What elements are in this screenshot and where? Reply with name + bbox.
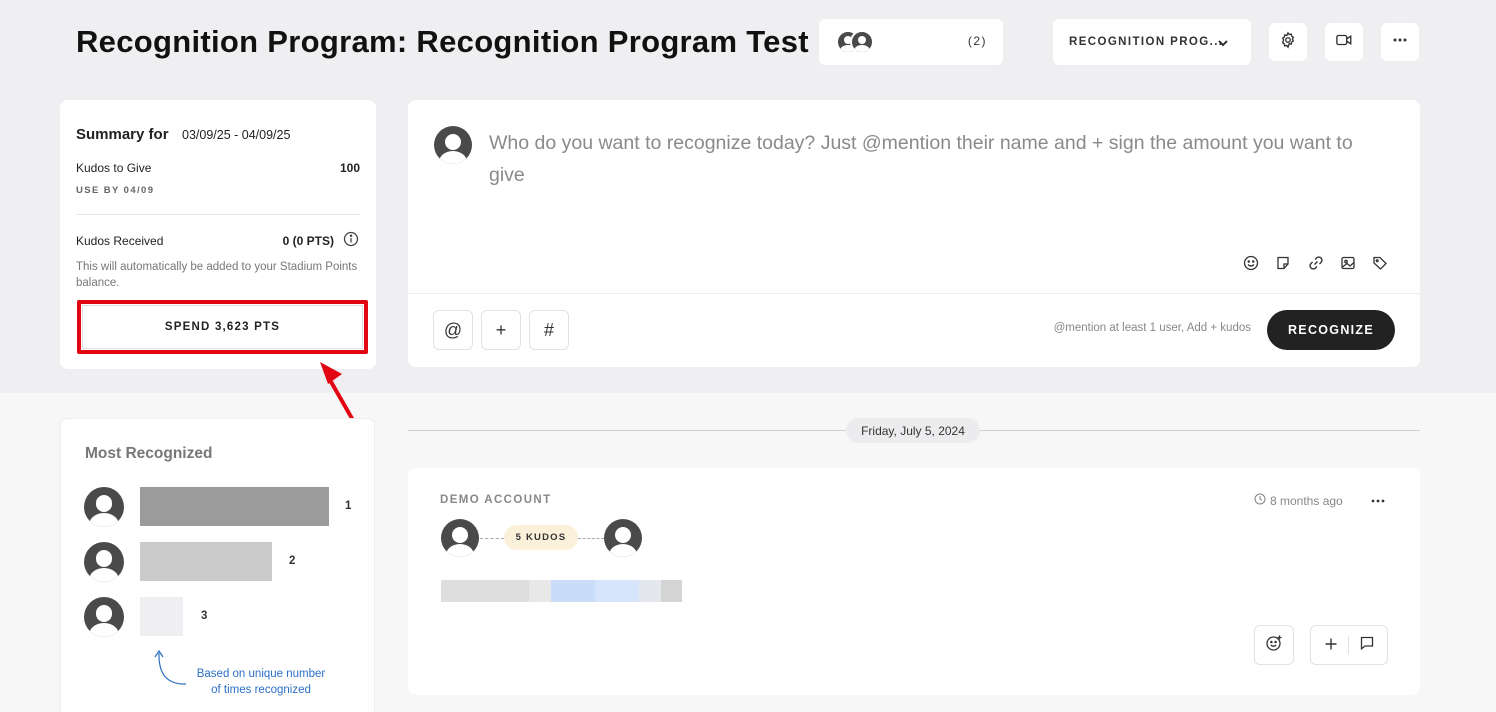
recognition-post: DEMO ACCOUNT 8 months ago 5 KUDOS (408, 468, 1420, 695)
leader-bar (140, 542, 272, 581)
link-icon[interactable] (1306, 253, 1326, 273)
video-icon (1335, 31, 1353, 54)
post-timestamp: 8 months ago (1254, 493, 1343, 508)
more-icon (1392, 32, 1408, 53)
leader-rank: 2 (289, 555, 296, 567)
add-kudos-icon[interactable] (1324, 635, 1338, 656)
clock-icon (1254, 493, 1266, 508)
curved-arrow-icon (154, 649, 187, 685)
comment-icon[interactable] (1359, 635, 1375, 656)
recognition-composer: Who do you want to recognize today? Just… (408, 100, 1420, 367)
kudos-to-give-value: 100 (339, 161, 360, 175)
redacted-message (639, 580, 661, 602)
chevron-down-icon (1216, 36, 1230, 55)
redacted-message (595, 580, 639, 602)
most-recognized-card: Most Recognized 1 2 3 Based on unique nu… (60, 418, 375, 712)
kudos-received-label: Kudos Received (76, 234, 164, 248)
tag-icon[interactable] (1370, 253, 1390, 273)
connector-line (480, 538, 504, 539)
summary-divider (76, 214, 360, 215)
summary-title: Summary for (76, 126, 169, 143)
redacted-message (441, 580, 529, 602)
hashtag-button[interactable]: # (529, 310, 569, 350)
add-reaction-button[interactable] (1254, 625, 1294, 665)
recipient-avatar (604, 519, 642, 557)
most-recognized-title: Most Recognized (85, 445, 213, 462)
leader-bar (140, 487, 329, 526)
redacted-message (551, 580, 595, 602)
most-recognized-footnote: Based on unique number of times recogniz… (196, 668, 326, 696)
image-icon[interactable] (1338, 253, 1358, 273)
post-author: DEMO ACCOUNT (440, 494, 552, 506)
members-button[interactable]: (2) (819, 19, 1003, 65)
leader-avatar (84, 542, 124, 582)
recognize-button[interactable]: RECOGNIZE (1267, 310, 1395, 350)
use-by-date: USE BY 04/09 (76, 185, 155, 196)
post-more-icon[interactable] (1370, 494, 1386, 512)
members-count: (2) (967, 34, 987, 48)
member-avatar (850, 30, 874, 54)
kudos-comment-group (1310, 625, 1388, 665)
program-select-label: RECOGNITION PROG... (1069, 36, 1224, 48)
post-time-text: 8 months ago (1270, 493, 1343, 508)
redacted-message (529, 580, 551, 602)
composer-input[interactable]: Who do you want to recognize today? Just… (489, 127, 1389, 191)
composer-hint: @mention at least 1 user, Add + kudos (1053, 322, 1251, 334)
program-select[interactable]: RECOGNITION PROG... (1053, 19, 1251, 65)
page-title: Recognition Program: Recognition Program… (76, 24, 809, 59)
leader-rank: 3 (201, 610, 208, 622)
settings-button[interactable] (1269, 23, 1307, 61)
summary-date-range: 03/09/25 - 04/09/25 (182, 128, 291, 142)
sender-avatar (441, 519, 479, 557)
info-icon[interactable] (343, 231, 359, 252)
button-divider (1347, 636, 1349, 654)
connector-line (578, 538, 604, 539)
leader-avatar (84, 597, 124, 637)
more-options-button[interactable] (1381, 23, 1419, 61)
user-avatar (434, 126, 472, 164)
gear-icon (1279, 31, 1297, 54)
kudos-to-give-label: Kudos to Give (76, 161, 152, 175)
mention-button[interactable]: @ (433, 310, 473, 350)
add-emoji-icon (1265, 634, 1283, 657)
kudos-received-value: 0 (0 PTS) (282, 234, 334, 248)
spend-points-button[interactable]: SPEND 3,623 PTS (82, 305, 363, 349)
sticker-icon[interactable] (1273, 253, 1293, 273)
redacted-message (661, 580, 682, 602)
leader-bar (140, 597, 183, 636)
leader-avatar (84, 487, 124, 527)
feed-date-chip: Friday, July 5, 2024 (846, 418, 980, 443)
emoji-icon[interactable] (1241, 253, 1261, 273)
kudos-badge: 5 KUDOS (504, 525, 578, 550)
video-button[interactable] (1325, 23, 1363, 61)
add-kudos-button[interactable]: + (481, 310, 521, 350)
composer-divider (408, 293, 1420, 294)
points-helper-text: This will automatically be added to your… (76, 261, 358, 289)
leader-rank: 1 (345, 500, 352, 512)
